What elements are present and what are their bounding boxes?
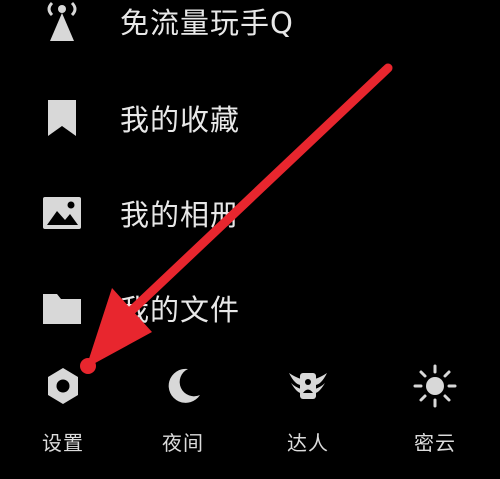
bottom-bar: 设置 夜间 达人 密云 [0,355,500,479]
settings-label: 设置 [42,431,84,455]
night-mode-label: 夜间 [162,431,204,455]
settings-hexagon-icon [40,363,86,409]
secret-cloud-label: 密云 [414,431,456,455]
menu-item-album[interactable]: 我的相册 [0,178,500,248]
expert-label: 达人 [287,431,329,455]
settings-button[interactable]: 设置 [18,355,108,465]
menu-item-free-data[interactable]: 免流量玩手Q [0,0,500,56]
menu-item-label: 免流量玩手Q [120,6,294,40]
menu-item-label: 我的收藏 [120,103,241,137]
moon-icon [160,363,206,409]
badge-wings-icon [285,363,331,409]
folder-icon [40,286,84,330]
secret-cloud-button[interactable]: 密云 [390,355,480,465]
menu-item-label: 我的文件 [120,293,241,327]
signal-tower-icon [40,0,84,43]
bookmark-icon [40,96,84,140]
menu-item-favorites[interactable]: 我的收藏 [0,83,500,153]
menu-item-label: 我的相册 [120,198,241,232]
photo-icon [40,191,84,235]
expert-button[interactable]: 达人 [263,355,353,465]
night-mode-button[interactable]: 夜间 [138,355,228,465]
sun-icon [412,363,458,409]
menu-item-files[interactable]: 我的文件 [0,273,500,343]
